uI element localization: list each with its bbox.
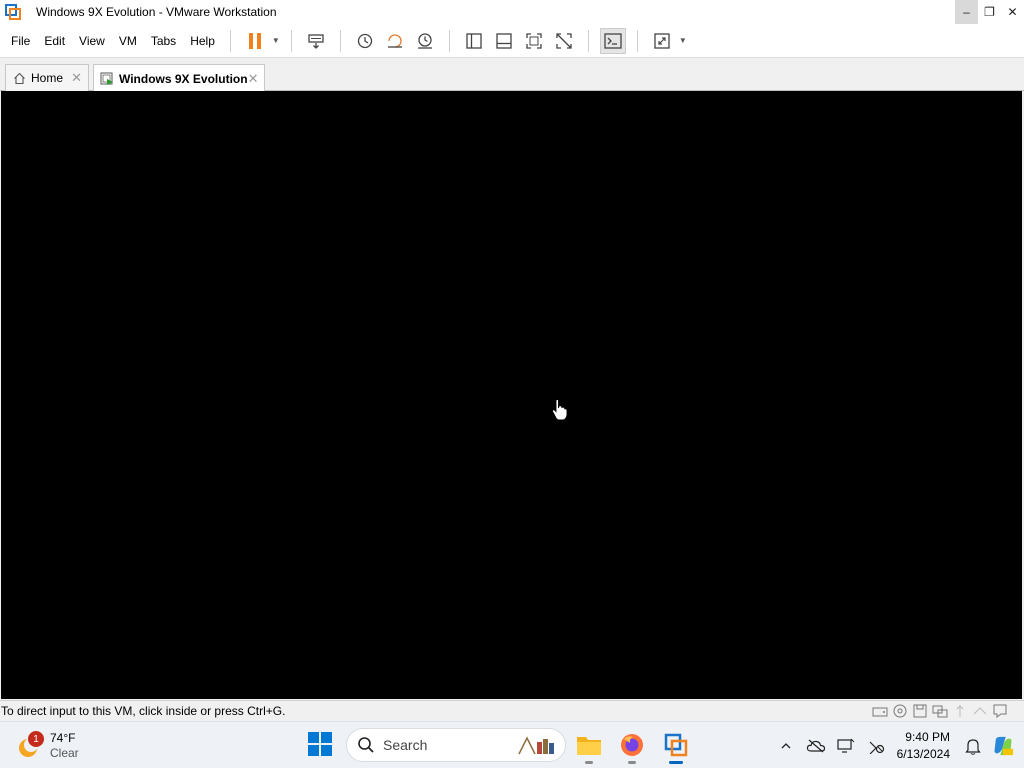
floppy-icon[interactable]	[911, 703, 929, 719]
vmware-app-icon	[4, 3, 22, 21]
snapshot-take-button[interactable]	[352, 28, 378, 54]
taskbar-firefox[interactable]	[615, 728, 649, 764]
menu-tabs[interactable]: Tabs	[145, 24, 182, 58]
taskbar-vmware-workstation[interactable]	[659, 728, 693, 764]
snapshot-revert-button[interactable]	[382, 28, 408, 54]
status-bar: To direct input to this VM, click inside…	[0, 700, 1024, 721]
weather-condition: Clear	[50, 746, 79, 760]
thumbnail-bar-button[interactable]	[491, 28, 517, 54]
menu-toolbar: File Edit View VM Tabs Help ▼ ▼	[0, 24, 1024, 58]
tab-vm-close-icon[interactable]: ✕	[248, 71, 259, 87]
onedrive-offline-icon[interactable]	[805, 735, 827, 757]
unity-icon	[556, 32, 572, 49]
toolbar-separator	[636, 29, 638, 52]
taskbar-file-explorer[interactable]	[572, 728, 606, 764]
console-view-icon	[604, 32, 622, 49]
file-explorer-icon	[577, 737, 601, 755]
toolbar-separator	[587, 29, 589, 52]
running-indicator	[669, 761, 683, 764]
menu-vm[interactable]: VM	[113, 24, 143, 58]
tab-vm-label: Windows 9X Evolution	[119, 71, 248, 86]
running-indicator	[628, 761, 636, 764]
menu-view[interactable]: View	[73, 24, 111, 58]
toolbar-separator	[229, 29, 231, 52]
console-view-button[interactable]	[599, 27, 626, 54]
stretch-dropdown-arrow[interactable]: ▼	[677, 28, 689, 54]
window-title: Windows 9X Evolution - VMware Workstatio…	[36, 5, 277, 19]
stretch-guest-button[interactable]	[649, 28, 675, 54]
home-icon	[12, 71, 26, 85]
hand-cursor-icon	[551, 399, 568, 421]
vmware-workstation-icon	[664, 733, 688, 757]
library-button[interactable]	[461, 28, 487, 54]
search-highlight-illustration-icon	[518, 736, 554, 755]
search-icon	[358, 737, 374, 753]
network-disconnected-icon[interactable]	[865, 735, 887, 757]
tab-home-label: Home	[31, 71, 64, 85]
snapshot-manager-button[interactable]	[412, 28, 438, 54]
cd-dvd-icon[interactable]	[891, 703, 909, 719]
usb-icon[interactable]	[951, 703, 969, 719]
weather-alert-badge: 1	[28, 731, 44, 747]
unity-button[interactable]	[551, 28, 577, 54]
menu-file[interactable]: File	[5, 24, 36, 58]
close-button[interactable]: ✕	[1001, 0, 1024, 24]
system-tray: 9:40 PM 6/13/2024	[771, 722, 1024, 768]
vm-console-screen[interactable]	[1, 91, 1022, 699]
stretch-guest-icon	[654, 32, 670, 49]
status-message: To direct input to this VM, click inside…	[1, 704, 286, 718]
send-ctrl-alt-del-button[interactable]	[303, 28, 329, 54]
firefox-icon	[621, 734, 643, 756]
start-button[interactable]	[307, 731, 333, 757]
snapshot-revert-icon	[387, 33, 402, 48]
tab-home-close-icon[interactable]: ✕	[71, 70, 82, 86]
toolbar-separator	[290, 29, 292, 52]
library-icon	[466, 32, 482, 49]
title-bar: Windows 9X Evolution - VMware Workstatio…	[0, 0, 1024, 24]
network-adapter-icon[interactable]	[931, 703, 949, 719]
weather-sun-icon: 1	[16, 731, 44, 759]
full-screen-button[interactable]	[521, 28, 547, 54]
windows-logo-icon	[308, 732, 332, 756]
windows-taskbar: 1 74°F Clear Search 9:40 PM 6/13/2024	[0, 721, 1024, 768]
restore-button[interactable]: ❐	[978, 0, 1001, 24]
menu-help[interactable]: Help	[184, 24, 221, 58]
taskbar-clock[interactable]: 9:40 PM 6/13/2024	[897, 729, 950, 763]
taskbar-search-box[interactable]: Search	[346, 728, 566, 762]
toolbar-separator	[339, 29, 341, 52]
weather-widget[interactable]: 1 74°F Clear	[16, 727, 106, 765]
copilot-pre-icon[interactable]	[992, 735, 1014, 757]
snapshot-manager-icon	[417, 32, 432, 49]
hard-disk-icon[interactable]	[871, 703, 889, 719]
tab-bar: Home ✕ Windows 9X Evolution ✕	[0, 58, 1024, 92]
clock-time: 9:40 PM	[905, 729, 950, 744]
pause-button[interactable]	[242, 28, 268, 54]
thumbnail-bar-icon	[496, 32, 512, 49]
menu-edit[interactable]: Edit	[38, 24, 71, 58]
display-icon[interactable]	[835, 735, 857, 757]
pause-icon	[248, 32, 261, 49]
full-screen-icon	[526, 32, 542, 49]
sound-card-icon[interactable]	[971, 703, 989, 719]
weather-temperature: 74°F	[50, 731, 76, 745]
tab-home[interactable]: Home ✕	[5, 64, 89, 91]
send-ctrl-alt-del-icon	[308, 33, 324, 49]
minimize-button[interactable]: –	[955, 0, 978, 24]
running-indicator	[585, 761, 593, 764]
search-label: Search	[383, 737, 428, 753]
tab-windows-9x-evolution[interactable]: Windows 9X Evolution ✕	[93, 64, 265, 92]
pause-dropdown-arrow[interactable]: ▼	[270, 28, 282, 54]
chevron-up-icon[interactable]	[775, 735, 797, 757]
snapshot-take-icon	[357, 33, 373, 48]
message-log-icon[interactable]	[991, 703, 1009, 719]
toolbar-separator	[448, 29, 450, 52]
clock-date: 6/13/2024	[896, 746, 950, 761]
vm-running-icon	[100, 71, 114, 86]
notification-bell-icon[interactable]	[962, 735, 984, 757]
